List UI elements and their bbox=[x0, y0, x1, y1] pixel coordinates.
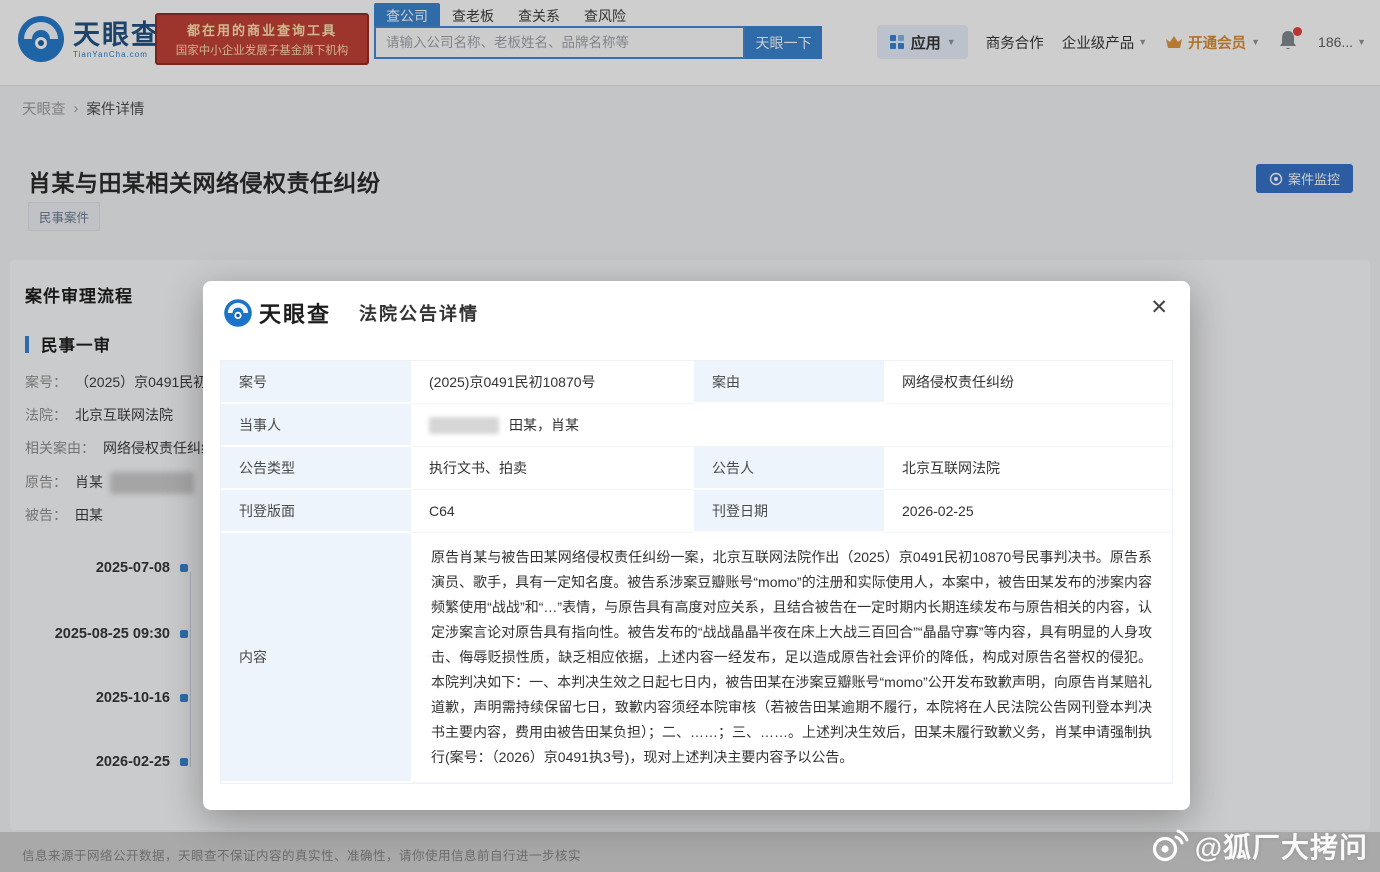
modal-header: 天眼查 法院公告详情 bbox=[223, 297, 479, 329]
publication-page-label: 刊登版面 bbox=[221, 490, 411, 533]
announcer-label: 公告人 bbox=[694, 447, 884, 490]
close-icon[interactable]: ✕ bbox=[1150, 297, 1168, 319]
censored-name-blur bbox=[429, 416, 499, 434]
publication-page-value: C64 bbox=[411, 490, 694, 533]
watermark-text: @狐厂大拷问 bbox=[1194, 832, 1368, 863]
modal-brand: 天眼查 bbox=[259, 302, 332, 327]
weibo-watermark: @狐厂大拷问 bbox=[1151, 826, 1368, 866]
case-no-value: (2025)京0491民初10870号 bbox=[411, 361, 694, 404]
modal-title: 法院公告详情 bbox=[359, 304, 480, 324]
cause-label: 案由 bbox=[694, 361, 884, 404]
cause-value: 网络侵权责任纠纷 bbox=[884, 361, 1172, 404]
content-label: 内容 bbox=[221, 533, 411, 783]
tianyancha-logo-icon bbox=[224, 299, 252, 327]
parties-label: 当事人 bbox=[221, 404, 411, 447]
court-announcement-modal: 天眼查 法院公告详情 ✕ 案号 (2025)京0491民初10870号 案由 网… bbox=[203, 281, 1190, 810]
announcement-type-value: 执行文书、拍卖 bbox=[411, 447, 694, 490]
announcement-type-label: 公告类型 bbox=[221, 447, 411, 490]
announcer-value: 北京互联网法院 bbox=[884, 447, 1172, 490]
content-value: 原告肖某与被告田某网络侵权责任纠纷一案，北京互联网法院作出（2025）京0491… bbox=[411, 533, 1172, 783]
parties-text: 田某，肖某 bbox=[509, 417, 579, 433]
case-no-label: 案号 bbox=[221, 361, 411, 404]
parties-value: 田某，肖某 bbox=[411, 404, 1172, 447]
publication-date-value: 2026-02-25 bbox=[884, 490, 1172, 533]
publication-date-label: 刊登日期 bbox=[694, 490, 884, 533]
announcement-table: 案号 (2025)京0491民初10870号 案由 网络侵权责任纠纷 当事人 田… bbox=[220, 360, 1173, 784]
weibo-icon bbox=[1152, 829, 1189, 862]
